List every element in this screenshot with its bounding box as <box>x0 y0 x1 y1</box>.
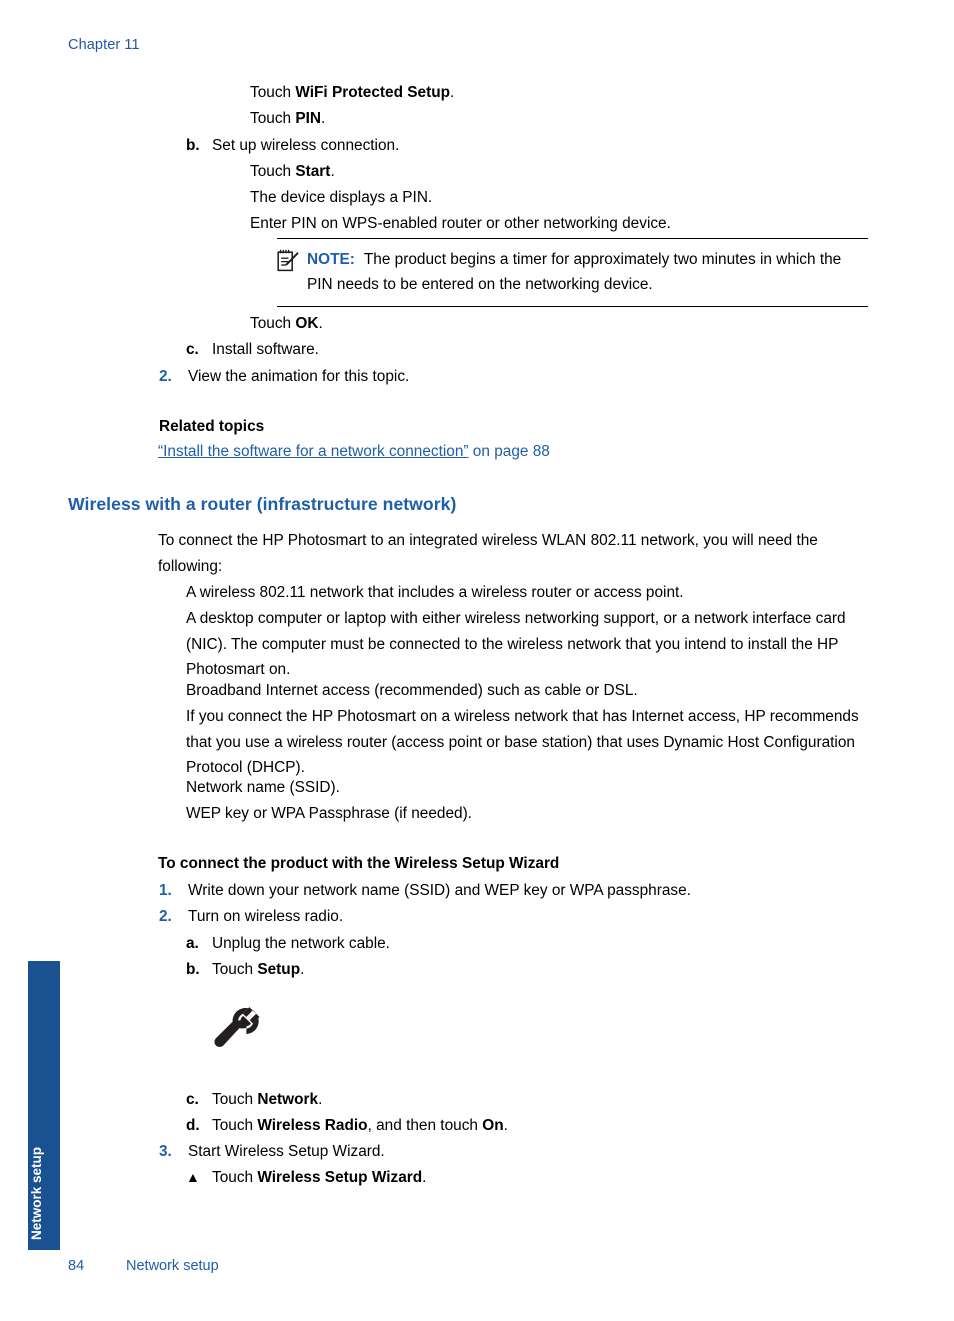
list-item-text: Write down your network name (SSID) and … <box>188 882 691 899</box>
list-item-text: Install software. <box>212 341 319 358</box>
list-marker: c. <box>186 341 199 358</box>
footer-page-number: 84 <box>68 1258 85 1274</box>
list-item-2-view-animation: 2. View the animation for this topic. <box>159 364 879 390</box>
note-text: The product begins a timer for approxima… <box>307 251 842 294</box>
list-item-text: Unplug the network cable. <box>212 935 390 952</box>
requirement-item: If you connect the HP Photosmart on a wi… <box>186 708 859 777</box>
requirement-item: Broadband Internet access (recommended) … <box>186 682 638 699</box>
period: . <box>422 1169 427 1186</box>
related-topics-heading: Related topics <box>159 418 265 435</box>
list-item-text: Turn on wireless radio. <box>188 908 344 925</box>
setup-label: Setup <box>257 961 301 978</box>
on-label: On <box>482 1117 504 1134</box>
mid-text: , and then touch <box>367 1117 483 1134</box>
list-item-3-start-wireless-setup-wizard: 3. Start Wireless Setup Wizard. <box>159 1139 879 1165</box>
list-marker: d. <box>186 1117 200 1134</box>
list-item-c-touch-network: c. Touch Network. <box>186 1087 886 1113</box>
ok-label: OK <box>295 315 319 332</box>
list-marker: 1. <box>159 882 172 899</box>
note-body: NOTE: The product begins a timer for appr… <box>307 247 868 297</box>
note-inner: NOTE: The product begins a timer for appr… <box>277 247 868 297</box>
touch-prefix: Touch <box>250 84 296 101</box>
list-item-text: Set up wireless connection. <box>212 137 400 154</box>
step-touch-pin: Touch PIN. <box>250 106 325 132</box>
requirement-item: A desktop computer or laptop with either… <box>186 610 846 679</box>
note-callout: NOTE: The product begins a timer for appr… <box>277 238 868 308</box>
touch-prefix: Touch <box>212 1117 258 1134</box>
network-label: Network <box>257 1091 319 1108</box>
list-item-2-turn-on-wireless-radio: 2. Turn on wireless radio. <box>159 904 879 930</box>
related-topic-page-ref: on page 88 <box>468 443 550 460</box>
list-item-c-install-software: c. Install software. <box>186 337 886 363</box>
pin-label: PIN <box>295 110 322 127</box>
period: . <box>450 84 455 101</box>
wrench-icon <box>212 1003 270 1061</box>
list-item-a-unplug-network-cable: a. Unplug the network cable. <box>186 931 886 957</box>
note-label: NOTE: <box>307 251 355 268</box>
list-marker: 2. <box>159 368 172 385</box>
side-thumb-tab: Network setup <box>28 961 60 1250</box>
procedure-heading-wireless-setup-wizard: To connect the product with the Wireless… <box>158 855 560 872</box>
wifi-protected-setup-label: WiFi Protected Setup <box>295 84 450 101</box>
list-item-text: Touch Setup. <box>212 957 886 983</box>
list-marker: 3. <box>159 1143 172 1160</box>
wireless-radio-label: Wireless Radio <box>257 1117 368 1134</box>
related-topics-link-line: “Install the software for a network conn… <box>158 443 550 461</box>
list-marker: c. <box>186 1091 199 1108</box>
period: . <box>318 1091 323 1108</box>
side-tab-label: Network setup <box>29 1146 44 1240</box>
period: . <box>321 110 326 127</box>
list-item-b-setup-wireless: b. Set up wireless connection. <box>186 133 886 159</box>
step-device-displays-pin: The device displays a PIN. <box>250 189 433 206</box>
list-item-text: Start Wireless Setup Wizard. <box>188 1143 385 1160</box>
touch-prefix: Touch <box>212 1091 258 1108</box>
touch-prefix: Touch <box>250 315 296 332</box>
touch-prefix: Touch <box>212 1169 258 1186</box>
list-item-text: View the animation for this topic. <box>188 368 410 385</box>
note-pencil-icon <box>277 247 307 278</box>
page-footer: 84 Network setup <box>68 1258 219 1274</box>
requirement-item: WEP key or WPA Passphrase (if needed). <box>186 805 472 822</box>
related-topic-link[interactable]: “Install the software for a network conn… <box>158 443 469 460</box>
period: . <box>330 163 335 180</box>
step-enter-pin-on-router: Enter PIN on WPS-enabled router or other… <box>250 215 671 232</box>
footer-section-name: Network setup <box>126 1258 219 1274</box>
list-item-text: Touch Wireless Radio, and then touch On. <box>212 1113 886 1139</box>
list-marker: b. <box>186 961 200 978</box>
requirement-item: Network name (SSID). <box>186 779 340 796</box>
list-item-b-touch-setup: b. Touch Setup. <box>186 957 886 983</box>
list-item-text: Touch Wireless Setup Wizard. <box>212 1165 886 1191</box>
section-heading-wireless-router: Wireless with a router (infrastructure n… <box>68 494 457 514</box>
step-touch-start: Touch Start. <box>250 159 335 185</box>
period: . <box>318 315 323 332</box>
touch-prefix: Touch <box>212 961 258 978</box>
list-item-d-touch-wireless-radio: d. Touch Wireless Radio, and then touch … <box>186 1113 886 1139</box>
wireless-setup-wizard-label: Wireless Setup Wizard <box>257 1169 423 1186</box>
list-item-text: Touch Network. <box>212 1087 886 1113</box>
step-touch-wifi-protected-setup: Touch WiFi Protected Setup. <box>250 80 454 106</box>
chapter-header: Chapter 11 <box>68 37 140 53</box>
step-touch-ok: Touch OK. <box>250 311 323 337</box>
list-item-touch-wireless-setup-wizard: ▲ Touch Wireless Setup Wizard. <box>186 1165 886 1191</box>
list-marker: 2. <box>159 908 172 925</box>
list-marker: a. <box>186 935 199 952</box>
period: . <box>300 961 305 978</box>
list-item-1-write-down-network-name: 1. Write down your network name (SSID) a… <box>159 878 879 904</box>
triangle-bullet-icon: ▲ <box>186 1169 200 1185</box>
section-intro-paragraph: To connect the HP Photosmart to an integ… <box>158 532 818 575</box>
touch-prefix: Touch <box>250 163 296 180</box>
touch-prefix: Touch <box>250 110 296 127</box>
side-tab-label-wrap: Network setup <box>28 1124 60 1244</box>
period: . <box>503 1117 508 1134</box>
requirement-item: A wireless 802.11 network that includes … <box>186 584 684 601</box>
start-label: Start <box>295 163 331 180</box>
list-marker: b. <box>186 137 200 154</box>
